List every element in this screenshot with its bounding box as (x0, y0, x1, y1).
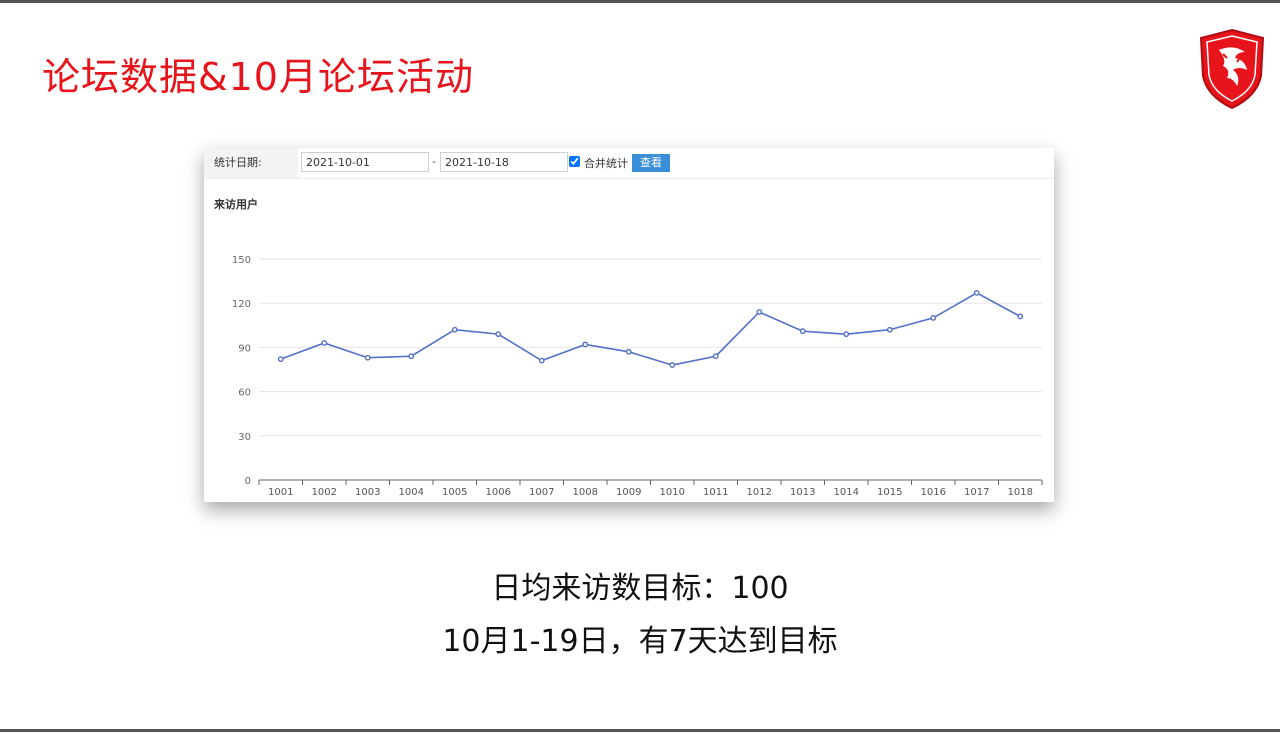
data-point (321, 340, 328, 346)
x-tick-label: 1013 (790, 487, 815, 498)
x-tick-label: 1008 (573, 487, 598, 498)
data-point (973, 289, 980, 296)
x-tick-label: 1009 (616, 487, 641, 498)
x-tick-label: 1001 (268, 487, 293, 498)
y-tick-label: 90 (238, 343, 251, 354)
dragon-shield-logo-icon (1199, 28, 1265, 110)
x-tick-label: 1015 (877, 487, 902, 498)
y-tick-label: 120 (232, 299, 251, 310)
x-tick-label: 1018 (1008, 487, 1033, 498)
data-point (408, 353, 415, 360)
x-tick-label: 1005 (442, 487, 467, 498)
target-achievement-text: 10月1-19日，有7天达到目标 (442, 624, 838, 659)
data-point (930, 315, 937, 321)
data-point (756, 309, 763, 315)
data-point (886, 326, 893, 333)
data-point (538, 357, 545, 364)
x-tick-label: 1016 (921, 487, 946, 498)
daily-target-text: 日均来访数目标：100 (491, 571, 789, 606)
data-point (625, 348, 632, 355)
slide-title: 论坛数据&10月论坛活动 (42, 55, 474, 99)
data-point (495, 331, 502, 338)
data-point (582, 341, 589, 348)
x-tick-label: 1004 (399, 487, 424, 498)
forum-stats-panel: 统计日期: - 合并统计 查看 来访用户 0306090120150100110… (204, 148, 1054, 502)
x-tick-label: 1007 (529, 487, 554, 498)
data-point (1017, 313, 1024, 320)
data-point (799, 328, 806, 335)
series-line (280, 291, 1021, 366)
x-tick-label: 1011 (703, 487, 728, 498)
data-point (712, 353, 719, 360)
x-tick-label: 1012 (747, 487, 772, 498)
y-tick-label: 0 (245, 476, 251, 487)
y-tick-label: 30 (238, 432, 251, 443)
data-point (669, 362, 676, 368)
data-point (277, 356, 284, 363)
x-tick-label: 1014 (834, 487, 859, 498)
x-tick-label: 1002 (312, 487, 337, 498)
y-tick-label: 150 (232, 255, 251, 266)
x-tick-label: 1017 (964, 487, 989, 498)
slide-bottom-border (0, 729, 1280, 732)
x-tick-label: 1003 (355, 487, 380, 498)
data-point (364, 354, 371, 361)
data-point (843, 331, 850, 338)
x-tick-label: 1010 (660, 487, 685, 498)
data-point (451, 326, 458, 333)
slide-top-border (0, 0, 1280, 3)
visitors-line-chart: 0 30 60 90 120 150 1001 1002 1003 1004 1005 1006 100… (232, 255, 1043, 498)
x-tick-label: 1006 (486, 487, 511, 498)
y-tick-label: 60 (238, 388, 251, 399)
